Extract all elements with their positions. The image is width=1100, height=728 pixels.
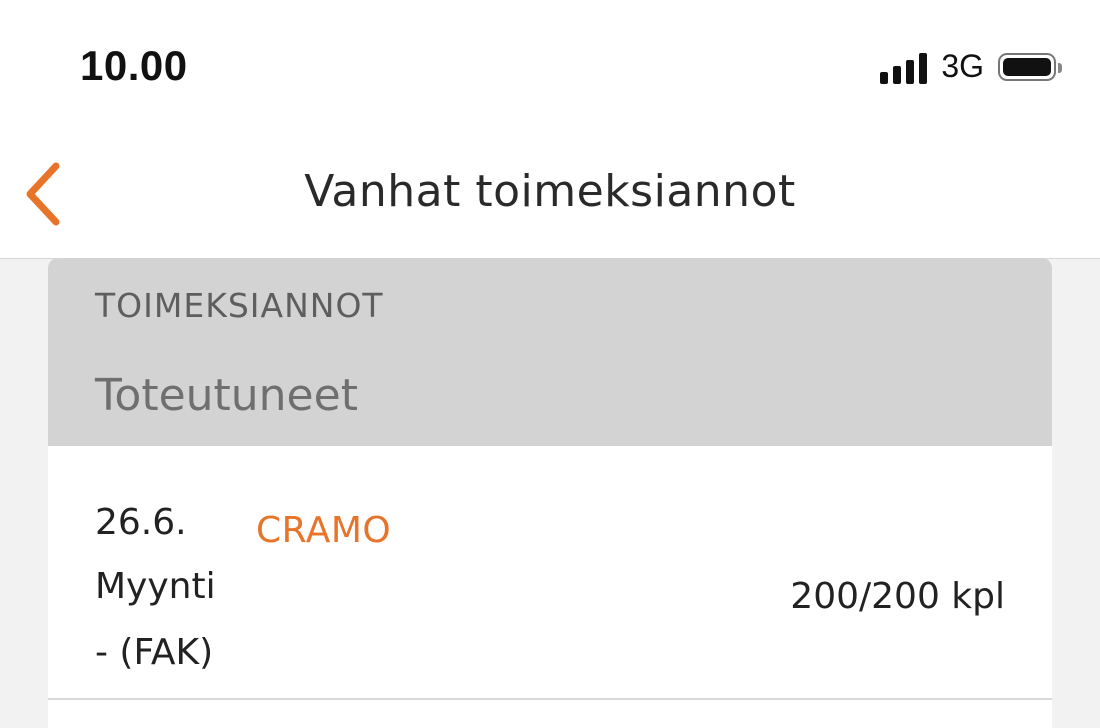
card-header: TOIMEKSIANNOT Toteutuneet (48, 258, 1052, 446)
status-indicators: 3G (880, 48, 1062, 85)
status-time: 10.00 (80, 42, 188, 89)
navigation-bar: Vanhat toimeksiannot (0, 130, 1100, 259)
battery-icon (998, 52, 1062, 81)
order-type: Myynti (95, 566, 216, 607)
order-type-detail: - (FAK) (95, 632, 214, 673)
orders-card: TOIMEKSIANNOT Toteutuneet 26.6. CRAMO My… (48, 258, 1052, 728)
page-title: Vanhat toimeksiannot (304, 166, 796, 217)
status-bar: 10.00 3G (0, 0, 1100, 130)
order-company: CRAMO (256, 510, 392, 551)
order-row[interactable]: 26.6. CRAMO Myynti - (FAK) 200/200 kpl (48, 446, 1052, 700)
network-label: 3G (941, 48, 984, 84)
signal-icon (880, 50, 928, 84)
order-date: 26.6. (95, 502, 187, 543)
order-quantity: 200/200 kpl (790, 576, 1005, 617)
subsection-label: Toteutuneet (95, 370, 358, 421)
section-label: TOIMEKSIANNOT (95, 286, 384, 325)
